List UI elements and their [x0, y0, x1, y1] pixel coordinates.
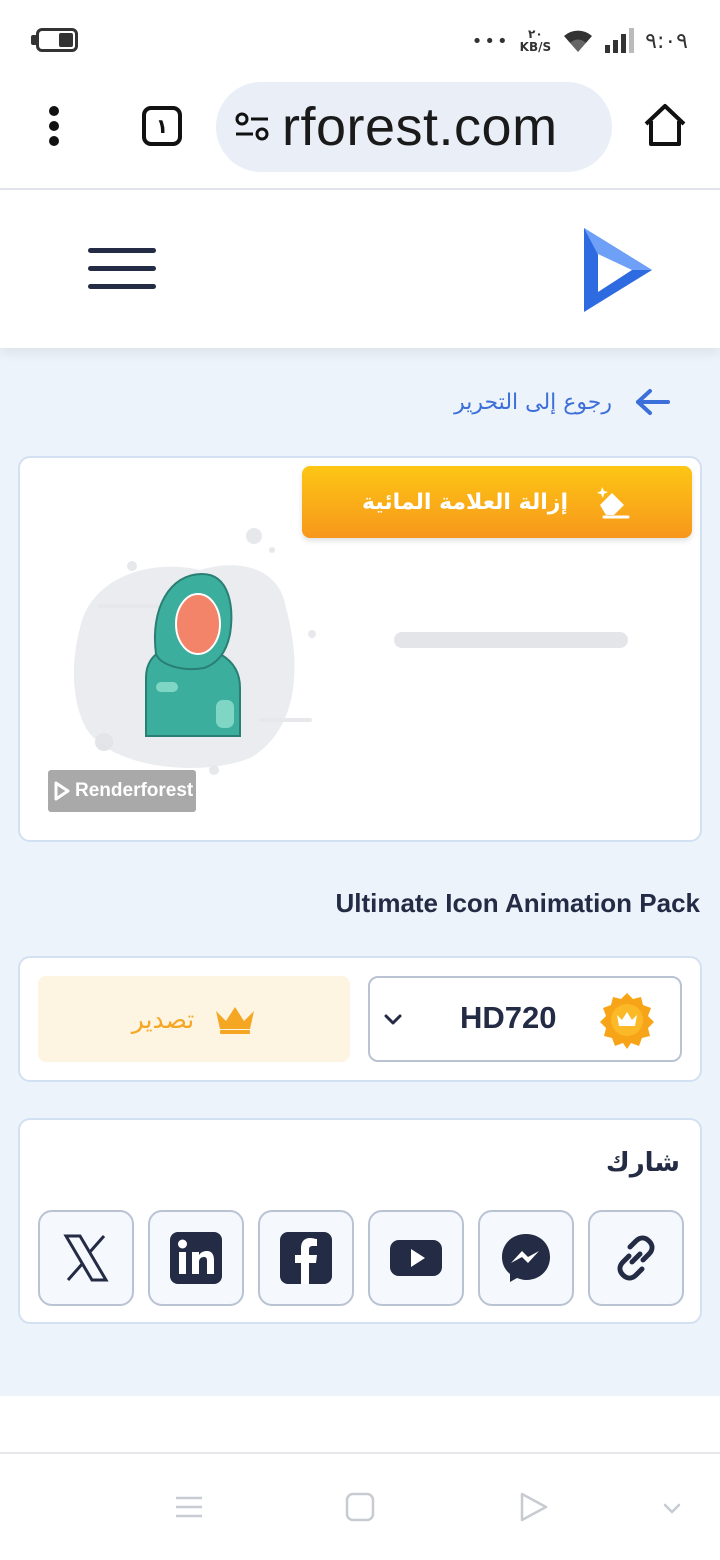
home-icon[interactable] — [642, 102, 688, 148]
network-speed-unit: KB/S — [519, 40, 552, 54]
arrow-left-icon — [636, 389, 670, 415]
premium-badge-icon — [600, 993, 654, 1049]
chevron-down-icon — [384, 1014, 402, 1025]
network-speed: ٢٠ KB/S — [520, 28, 551, 54]
x-icon — [63, 1234, 109, 1282]
signal-icon — [605, 28, 635, 53]
hamburger-menu-icon[interactable] — [88, 248, 156, 289]
video-preview[interactable]: إزالة العلامة المائية Renderforest — [18, 456, 702, 842]
play-logo-icon — [54, 781, 70, 801]
system-navigation-bar — [0, 1452, 720, 1560]
eraser-icon — [596, 487, 630, 519]
messenger-icon — [502, 1234, 550, 1282]
notification-dots: ••• — [471, 30, 510, 52]
export-button[interactable]: تصدير — [38, 976, 350, 1062]
share-linkedin-button[interactable] — [148, 1210, 244, 1306]
hide-nav-chevron-icon[interactable] — [660, 1496, 684, 1520]
recent-apps-icon[interactable] — [172, 1490, 206, 1524]
watermark-text: Renderforest — [75, 780, 194, 801]
share-messenger-button[interactable] — [478, 1210, 574, 1306]
tab-switcher-button[interactable]: ١ — [142, 106, 182, 146]
share-facebook-button[interactable] — [258, 1210, 354, 1306]
remove-watermark-button[interactable]: إزالة العلامة المائية — [302, 466, 692, 538]
share-youtube-button[interactable] — [368, 1210, 464, 1306]
share-title: شارك — [605, 1148, 680, 1178]
status-bar: ••• ٢٠ KB/S ٩:٠٩ — [0, 0, 720, 78]
site-settings-icon[interactable] — [234, 112, 270, 142]
main-content: رجوع إلى التحرير إزالة العلامة المائية R… — [0, 348, 720, 1396]
back-nav-icon[interactable] — [516, 1490, 550, 1524]
linkedin-icon — [170, 1232, 222, 1284]
home-nav-icon[interactable] — [343, 1490, 377, 1524]
facebook-icon — [280, 1232, 332, 1284]
status-indicators: ••• ٢٠ KB/S ٩:٠٩ — [472, 24, 688, 58]
youtube-icon — [390, 1240, 442, 1276]
url-text: rforest.com — [282, 97, 558, 157]
battery-icon — [36, 28, 78, 52]
export-panel: تصدير HD720 — [18, 956, 702, 1082]
link-icon — [617, 1235, 655, 1281]
site-header — [0, 190, 720, 348]
browser-menu-icon[interactable] — [44, 106, 64, 146]
share-link-button[interactable] — [588, 1210, 684, 1306]
back-to-editor-link[interactable]: رجوع إلى التحرير — [454, 388, 670, 416]
clock: ٩:٠٩ — [645, 28, 688, 54]
share-panel: شارك — [18, 1118, 702, 1324]
crown-icon — [216, 1007, 255, 1034]
export-label: تصدير — [131, 1004, 195, 1034]
browser-toolbar: ١ rforest.com — [0, 78, 720, 190]
back-to-editor-label: رجوع إلى التحرير — [454, 389, 612, 415]
share-x-button[interactable] — [38, 1210, 134, 1306]
renderforest-watermark: Renderforest — [48, 770, 196, 812]
quality-dropdown[interactable]: HD720 — [368, 976, 682, 1062]
project-title: Ultimate Icon Animation Pack — [335, 888, 700, 918]
wifi-icon — [564, 30, 593, 52]
address-bar[interactable]: rforest.com — [216, 82, 612, 172]
quality-value: HD720 — [460, 1000, 557, 1035]
remove-watermark-label: إزالة العلامة المائية — [362, 489, 568, 515]
share-buttons — [38, 1210, 684, 1306]
renderforest-logo[interactable] — [582, 224, 654, 312]
